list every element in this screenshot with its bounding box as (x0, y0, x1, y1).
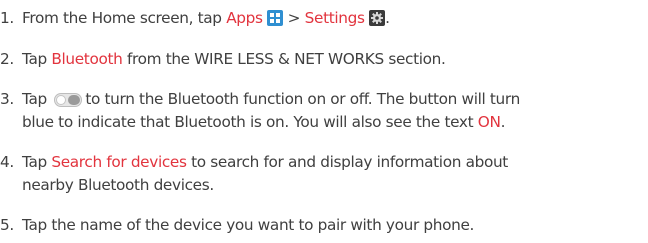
on-text: ON (477, 113, 501, 131)
settings-link: Settings (304, 9, 365, 27)
step-text: Tap Bluetooth from the WIRE LESS & NET W… (22, 50, 446, 68)
step-text: Tap the name of the device you want to p… (22, 216, 475, 234)
instruction-list: 1. From the Home screen, tap Apps > Sett… (0, 0, 648, 243)
step-text: Tap to turn the Bluetooth function on or… (22, 90, 520, 108)
step-number: 3. (0, 90, 14, 108)
step-number: 1. (0, 9, 14, 27)
step-text: Tap Search for devices to search for and… (22, 153, 508, 171)
apps-grid-icon (267, 10, 284, 26)
step-number: 5. (0, 216, 14, 234)
step-text: From the Home screen, tap Apps > Setting… (22, 9, 390, 27)
search-for-devices-link: Search for devices (51, 153, 187, 171)
apps-link: Apps (226, 9, 263, 27)
settings-gear-icon (369, 10, 386, 26)
step-number: 2. (0, 50, 14, 68)
bluetooth-link: Bluetooth (51, 50, 123, 68)
step-number: 4. (0, 153, 14, 171)
bluetooth-toggle-switch-icon (54, 93, 83, 107)
